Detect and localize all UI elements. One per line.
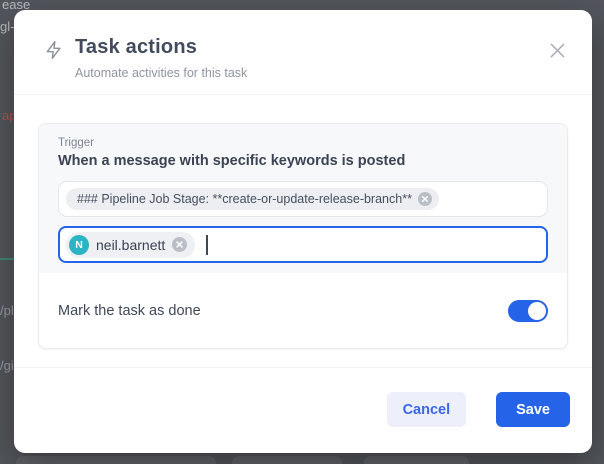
trigger-card: Trigger When a message with specific key… [38, 123, 568, 349]
background-ghost-button [16, 456, 216, 464]
close-button[interactable] [547, 41, 567, 61]
assignee-input[interactable]: N neil.barnett [58, 226, 548, 263]
modal-title: Task actions [75, 36, 247, 59]
background-ghost-button [232, 456, 342, 464]
background-ghost-button [364, 456, 469, 464]
trigger-heading: When a message with specific keywords is… [58, 153, 548, 169]
remove-circle-icon [418, 192, 432, 206]
user-chip: N neil.barnett [66, 232, 195, 258]
keyword-chip-remove-button[interactable] [418, 192, 432, 206]
close-icon [550, 43, 565, 58]
cancel-button[interactable]: Cancel [387, 392, 467, 427]
user-chip-name: neil.barnett [96, 237, 165, 253]
toggle-knob [528, 302, 546, 320]
header-text: Task actions Automate activities for thi… [75, 36, 247, 80]
mark-done-row: Mark the task as done [39, 273, 567, 348]
mark-done-toggle[interactable] [508, 300, 548, 322]
save-button[interactable]: Save [496, 392, 570, 427]
keyword-chip: ### Pipeline Job Stage: **create-or-upda… [66, 188, 439, 210]
text-cursor [206, 235, 208, 255]
avatar: N [69, 235, 89, 255]
footer-divider [14, 367, 592, 368]
background-divider-line [0, 258, 15, 260]
zap-icon [44, 40, 64, 60]
modal-subtitle: Automate activities for this task [75, 66, 247, 80]
user-chip-remove-button[interactable] [172, 237, 187, 252]
background-text-fragment: gl- [0, 19, 14, 34]
modal-header: Task actions Automate activities for thi… [14, 10, 592, 95]
remove-circle-icon [172, 237, 187, 252]
background-text-fragment: /pl [0, 303, 14, 318]
background-text-fragment: /gi [0, 358, 14, 373]
trigger-section: Trigger When a message with specific key… [39, 124, 567, 273]
keywords-input[interactable]: ### Pipeline Job Stage: **create-or-upda… [58, 181, 548, 217]
mark-done-label: Mark the task as done [58, 303, 201, 319]
trigger-label: Trigger [58, 137, 548, 149]
keyword-chip-label: ### Pipeline Job Stage: **create-or-upda… [77, 192, 412, 206]
task-actions-modal: Task actions Automate activities for thi… [14, 10, 592, 453]
modal-footer: Cancel Save [387, 392, 570, 427]
